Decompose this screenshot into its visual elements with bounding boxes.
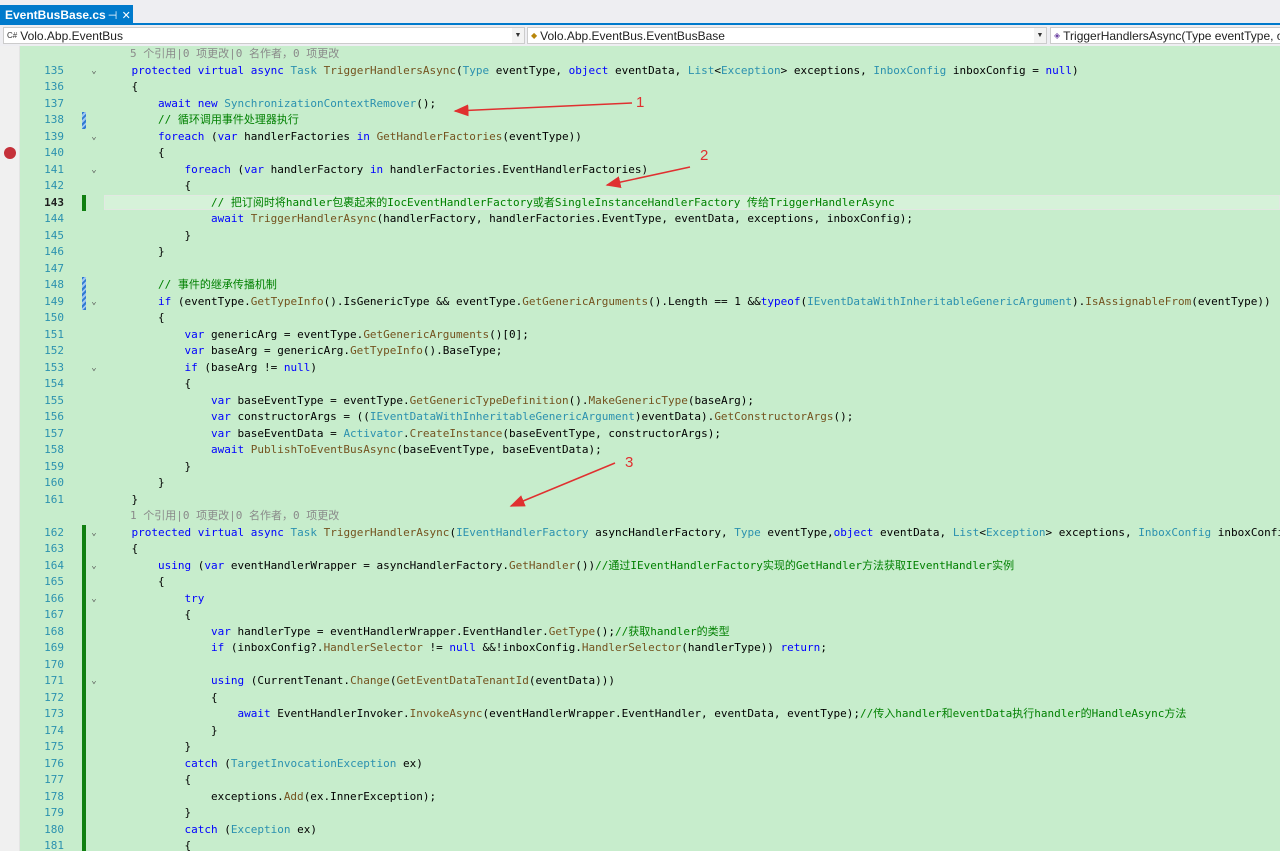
csharp-project-icon: C# [7, 31, 18, 40]
tab-title: EventBusBase.cs [5, 8, 106, 22]
pin-icon[interactable]: ⊣ [106, 9, 120, 22]
annotation-arrow-2 [605, 166, 691, 189]
annotation-label-3: 3 [625, 454, 634, 471]
annotation-label-2: 2 [700, 147, 709, 164]
chevron-down-icon[interactable]: ▼ [512, 28, 524, 43]
project-dropdown[interactable]: C# Volo.Abp.EventBus ▼ [3, 27, 525, 44]
class-icon: ◆ [531, 31, 538, 40]
close-icon[interactable]: ✕ [119, 9, 133, 22]
project-dropdown-value: Volo.Abp.EventBus [20, 28, 123, 43]
annotation-arrow-3 [509, 462, 616, 507]
chevron-down-icon[interactable]: ▼ [1034, 28, 1046, 43]
annotation-label-1: 1 [636, 94, 645, 111]
member-dropdown-value: TriggerHandlersAsync(Type eventType, ob [1063, 28, 1280, 43]
code-editor[interactable]: 5 个引用|0 项更改|0 名作者，0 项更改 135 ⌄ protected vi… [0, 46, 1280, 851]
method-icon: ◈ [1054, 31, 1061, 40]
type-dropdown-value: Volo.Abp.EventBus.EventBusBase [540, 28, 725, 43]
annotation-arrow-1 [453, 102, 633, 117]
type-dropdown[interactable]: ◆ Volo.Abp.EventBus.EventBusBase ▼ [527, 27, 1047, 44]
navigation-bar: C# Volo.Abp.EventBus ▼ ◆ Volo.Abp.EventB… [0, 25, 1280, 46]
tab-eventbusbase[interactable]: EventBusBase.cs ⊣ ✕ [0, 5, 133, 25]
member-dropdown[interactable]: ◈ TriggerHandlersAsync(Type eventType, o… [1050, 27, 1280, 44]
document-tab-bar: EventBusBase.cs ⊣ ✕ [0, 0, 1280, 25]
annotation-overlay [453, 102, 691, 507]
